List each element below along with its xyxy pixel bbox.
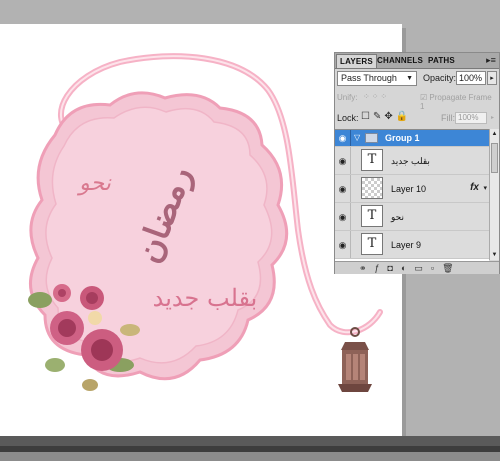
panel-footer: ⚭ƒ◘◐▭▫🗑 bbox=[335, 261, 499, 274]
status-bar-bottom bbox=[0, 452, 500, 461]
layer-row[interactable]: ◉ Layer 10 fx ▾ bbox=[335, 175, 489, 203]
layer-group-1[interactable]: ◉ ▽ Group 1 bbox=[335, 130, 489, 147]
tab-layers[interactable]: LAYERS bbox=[336, 54, 377, 68]
fx-icon[interactable]: fx bbox=[470, 182, 479, 193]
tab-channels[interactable]: CHANNELS bbox=[374, 54, 426, 67]
text-layer-thumbnail: T bbox=[361, 205, 383, 227]
scroll-up-icon[interactable]: ▲ bbox=[490, 129, 499, 139]
layer-row[interactable]: ◉ T Layer 9 bbox=[335, 231, 489, 259]
panel-menu-icon[interactable]: ▸≡ bbox=[485, 54, 497, 66]
chevron-down-icon: ▼ bbox=[406, 75, 413, 82]
text-layer-thumbnail: T bbox=[361, 233, 383, 255]
expand-triangle-icon[interactable]: ▽ bbox=[354, 133, 360, 142]
image-layer-thumbnail bbox=[361, 177, 383, 199]
layer-row[interactable]: ◉ T نحو bbox=[335, 203, 489, 231]
fill-label: Fill: bbox=[441, 113, 455, 123]
tab-paths[interactable]: PATHS bbox=[425, 54, 458, 67]
unify-row: Unify: ⁘⁘⁘ ☑ Propagate Frame 1 bbox=[337, 91, 497, 111]
artwork-text-top: نحو bbox=[76, 171, 112, 196]
layer-name: Group 1 bbox=[385, 133, 420, 143]
lock-row: Lock: ☐✎✥🔒 Fill: 100% ▸ bbox=[337, 111, 497, 125]
layer-list: ◉ ▽ Group 1 ◉ T بقلب جديد ◉ Layer 10 fx … bbox=[335, 129, 489, 261]
layer-row[interactable]: ◉ T بقلب جديد bbox=[335, 147, 489, 175]
fill-slider-button[interactable]: ▸ bbox=[488, 112, 497, 124]
blend-mode-value: Pass Through bbox=[341, 73, 397, 83]
eye-icon[interactable]: ◉ bbox=[335, 203, 351, 230]
status-bar-top bbox=[0, 436, 500, 446]
unify-label: Unify: bbox=[337, 93, 358, 102]
propagate-frame-checkbox[interactable]: ☑ Propagate Frame 1 bbox=[420, 93, 497, 111]
unify-icons[interactable]: ⁘⁘⁘ bbox=[363, 92, 389, 101]
eye-icon[interactable]: ◉ bbox=[335, 147, 351, 174]
opacity-label: Opacity: bbox=[423, 73, 457, 83]
footer-icons[interactable]: ⚭ƒ◘◐▭▫🗑 bbox=[359, 262, 462, 274]
opacity-slider-button[interactable]: ▸ bbox=[487, 71, 497, 85]
fill-input[interactable]: 100% bbox=[455, 112, 487, 124]
layers-panel: LAYERS CHANNELS PATHS ▸≡ Pass Through ▼ … bbox=[334, 52, 500, 274]
layer-scrollbar[interactable]: ▲ ▼ bbox=[489, 129, 499, 260]
text-layer-thumbnail: T bbox=[361, 149, 383, 171]
layer-name: Layer 10 bbox=[391, 184, 427, 194]
eye-icon[interactable]: ◉ bbox=[335, 175, 351, 202]
layer-name: بقلب جديد bbox=[391, 156, 430, 166]
opacity-input[interactable]: 100% bbox=[456, 71, 486, 85]
layer-name: Layer 9 bbox=[391, 240, 422, 250]
layer-name: نحو bbox=[391, 212, 404, 222]
lock-icons[interactable]: ☐✎✥🔒 bbox=[361, 111, 411, 122]
eye-icon[interactable]: ◉ bbox=[335, 231, 351, 258]
scroll-down-icon[interactable]: ▼ bbox=[490, 250, 499, 260]
blend-mode-select[interactable]: Pass Through ▼ bbox=[337, 71, 417, 86]
folder-icon bbox=[365, 133, 378, 143]
chevron-down-icon[interactable]: ▾ bbox=[483, 184, 487, 192]
propagate-label: Propagate Frame 1 bbox=[420, 93, 492, 111]
lantern-decoration bbox=[338, 327, 372, 392]
panel-tabs: LAYERS CHANNELS PATHS ▸≡ bbox=[335, 53, 499, 69]
artwork-text-bottom: بقلب جديد bbox=[153, 284, 258, 312]
lock-label: Lock: bbox=[337, 113, 359, 123]
scroll-thumb[interactable] bbox=[491, 143, 498, 173]
eye-icon[interactable]: ◉ bbox=[335, 130, 351, 146]
